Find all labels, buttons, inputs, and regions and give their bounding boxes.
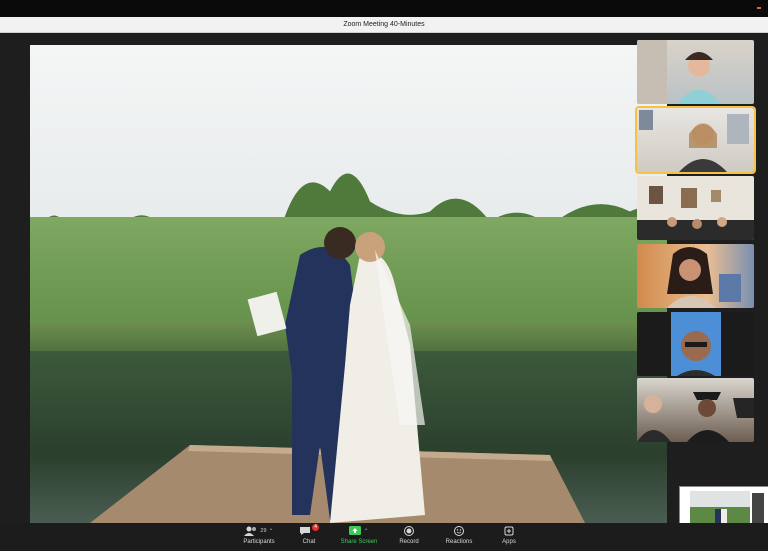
gallery-tile-participant-2[interactable] [635,106,756,174]
record-label: Record [399,539,419,545]
participants-label: Participants [243,539,275,545]
chat-badge: 4 [312,524,319,531]
share-caret-icon[interactable]: ⌃ [363,528,368,535]
top-bar [0,0,768,17]
chat-icon [300,527,311,535]
participants-count: 29 [260,528,267,534]
window-titlebar: Zoom Meeting 40-Minutes [0,17,768,33]
gallery-tile-participant-5[interactable] [637,312,754,376]
reactions-label: Reactions [445,539,473,545]
share-screen-button[interactable]: ⌃ Share Screen [334,523,384,551]
participant-6-avatar [637,392,754,442]
gallery-tile-participant-1[interactable] [637,40,754,104]
participant-3-avatar [637,186,754,240]
apps-icon [504,526,514,536]
apps-label: Apps [502,539,516,545]
gallery-tile-participant-3[interactable] [637,176,754,240]
record-button[interactable]: Record [384,523,434,551]
share-screen-label: Share Screen [340,539,378,545]
video-dock-and-couple [90,227,585,523]
gallery-tile-participant-4[interactable] [637,244,754,308]
record-icon [404,526,414,536]
participants-button[interactable]: 29 ⌃ Participants [234,523,284,551]
reactions-icon [454,526,464,536]
share-screen-icon [349,526,362,535]
window-title: Zoom Meeting 40-Minutes [343,21,425,28]
participant-5-avatar [671,312,721,376]
reactions-button[interactable]: Reactions [434,523,484,551]
chat-label: Chat [302,539,316,545]
chat-button[interactable]: ⌃ 4 Chat [284,523,334,551]
recording-indicator [757,7,761,9]
participant-2-avatar [639,110,749,172]
participants-caret-icon[interactable]: ⌃ [269,528,274,535]
main-speaker-video[interactable] [30,45,667,523]
participants-icon [244,526,257,536]
apps-button[interactable]: Apps [484,523,534,551]
gallery-tile-participant-6[interactable] [637,378,754,442]
participant-1-avatar [637,40,721,104]
meeting-toolbar: 29 ⌃ Participants ⌃ 4 Chat ⌃ Share Scree… [0,523,768,551]
participant-4-avatar [667,247,741,308]
